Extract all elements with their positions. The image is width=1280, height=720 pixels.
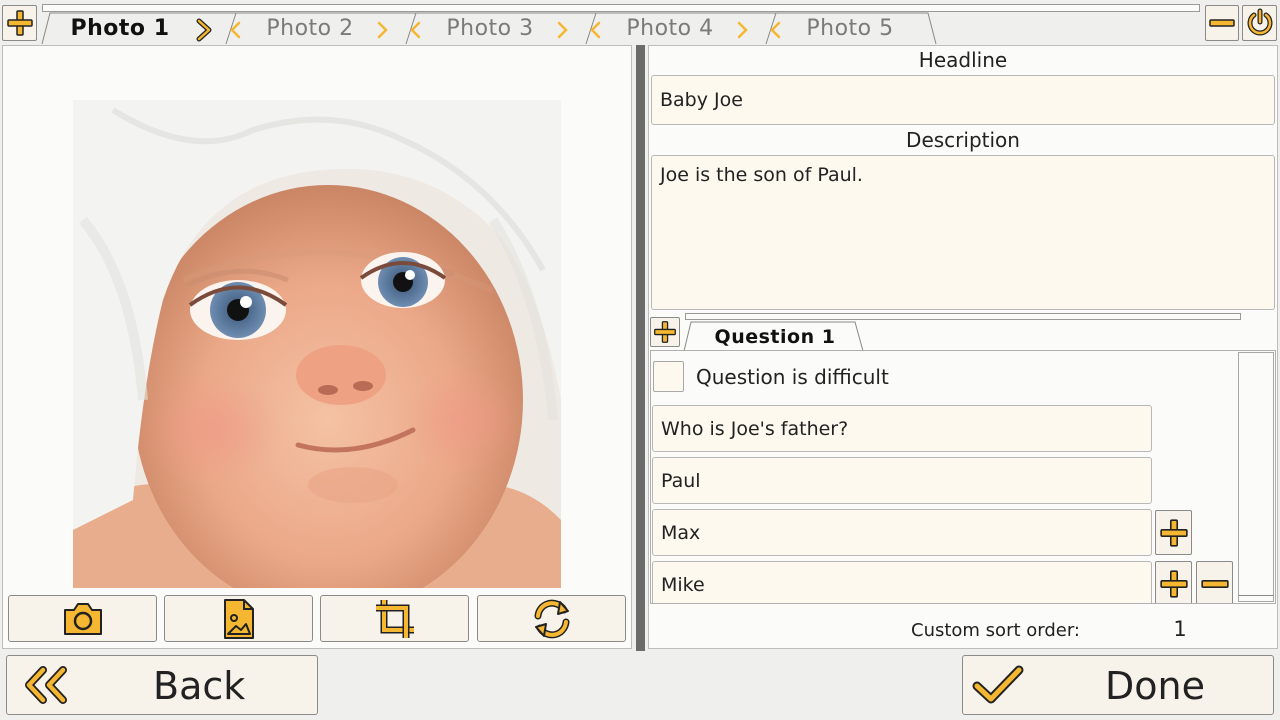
plus-icon — [1159, 518, 1188, 547]
baby-photo-image — [73, 100, 561, 588]
tab-photo-1-label: Photo 1 — [70, 16, 170, 41]
question-text-input[interactable]: Who is Joe's father? — [652, 405, 1152, 452]
sort-order-label: Custom sort order: — [911, 620, 1080, 641]
difficult-checkbox[interactable] — [653, 361, 684, 392]
answer-row-3-buttons-clip — [1155, 561, 1235, 603]
tab-photo-2[interactable]: Photo 2 — [240, 13, 380, 44]
tab-photo-1[interactable]: Photo 1 — [50, 13, 190, 44]
plus-icon — [1159, 569, 1188, 598]
pick-image-button[interactable] — [164, 595, 313, 642]
crop-button[interactable] — [320, 595, 469, 642]
scrollbar-thumb[interactable] — [1239, 595, 1273, 601]
add-answer-button[interactable] — [1155, 510, 1192, 555]
answer-input-1[interactable]: Paul — [652, 457, 1152, 504]
description-label: Description — [906, 128, 1020, 152]
add-answer-button[interactable] — [1155, 561, 1192, 603]
tab-photo-4-label: Photo 4 — [626, 16, 714, 41]
tab-photo-3-label: Photo 3 — [446, 16, 534, 41]
answer-input-2[interactable]: Max — [652, 509, 1152, 556]
chevron-right-icon — [557, 21, 568, 39]
back-button-label: Back — [153, 664, 246, 708]
tab-photo-2-label: Photo 2 — [266, 16, 354, 41]
description-textarea[interactable]: Joe is the son of Paul. — [651, 155, 1275, 310]
answer-input-3[interactable]: Mike — [652, 561, 1152, 603]
tab-photo-5-label: Photo 5 — [806, 16, 894, 41]
rotate-button[interactable] — [477, 595, 626, 642]
tab-photo-5[interactable]: Photo 5 — [780, 13, 920, 44]
double-chevron-left-icon — [25, 666, 67, 704]
add-question-button[interactable] — [650, 317, 680, 347]
plus-icon — [6, 10, 33, 36]
add-photo-tab-button[interactable] — [2, 5, 37, 41]
headline-input[interactable]: Baby Joe — [651, 75, 1275, 125]
photo-preview — [73, 100, 561, 588]
camera-button[interactable] — [8, 595, 157, 642]
done-button-label: Done — [1105, 664, 1205, 708]
sort-order-value[interactable]: 1 — [1160, 617, 1200, 641]
remove-photo-tab-button[interactable] — [1205, 5, 1239, 41]
remove-answer-button[interactable] — [1196, 561, 1233, 603]
minus-icon — [1209, 19, 1235, 27]
power-icon — [1247, 8, 1272, 36]
question-scrollbar[interactable] — [1238, 352, 1274, 602]
tab-photo-4[interactable]: Photo 4 — [600, 13, 740, 44]
answer-3-clip: Mike — [652, 561, 1152, 603]
tab-question-1[interactable]: Question 1 — [690, 326, 860, 348]
power-button[interactable] — [1242, 5, 1277, 41]
camera-icon — [63, 602, 102, 635]
panel-splitter[interactable] — [636, 45, 645, 651]
back-button[interactable]: Back — [6, 655, 318, 715]
rotate-icon — [534, 599, 569, 638]
plus-icon — [654, 321, 676, 343]
difficult-label: Question is difficult — [696, 365, 889, 389]
tab-photo-3[interactable]: Photo 3 — [420, 13, 560, 44]
chevron-right-icon — [196, 18, 212, 42]
headline-label: Headline — [918, 48, 1008, 72]
image-file-icon — [223, 598, 254, 639]
checkmark-icon — [972, 665, 1024, 704]
done-button[interactable]: Done — [962, 655, 1274, 715]
minus-icon — [1200, 579, 1229, 588]
chevron-right-icon — [737, 21, 748, 39]
chevron-right-icon — [377, 21, 388, 39]
crop-icon — [375, 599, 414, 638]
